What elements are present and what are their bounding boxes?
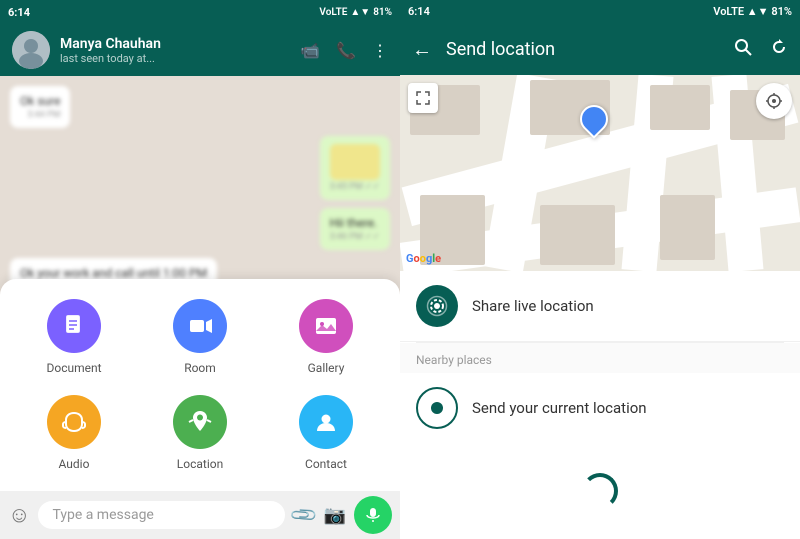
location-label: Location (177, 457, 223, 471)
video-call-icon[interactable]: 📹 (300, 41, 320, 60)
audio-label: Audio (59, 457, 90, 471)
message-bubble: 3:45 PM ✓✓ (320, 136, 390, 200)
map-locate-button[interactable] (756, 83, 792, 119)
attach-gallery[interactable]: Gallery (268, 299, 384, 375)
location-options: Share live location Nearby places Send y… (400, 271, 800, 539)
search-icon[interactable] (734, 38, 752, 61)
google-logo: Google (406, 252, 441, 265)
header-action-icons (734, 38, 788, 61)
live-location-label: Share live location (472, 297, 594, 315)
map-expand-button[interactable] (408, 83, 438, 113)
send-location-title: Send location (446, 39, 720, 60)
contact-icon (299, 395, 353, 449)
camera-icon[interactable]: 📷 (324, 505, 346, 526)
gallery-label: Gallery (308, 361, 345, 375)
attach-contact[interactable]: Contact (268, 395, 384, 471)
share-live-location-row[interactable]: Share live location (400, 271, 800, 342)
message-input[interactable]: Type a message (38, 501, 285, 529)
input-bar: ☺ Type a message 📎 📷 (0, 491, 400, 539)
chat-header: Manya Chauhan last seen today at... 📹 📞 … (0, 24, 400, 76)
send-current-location-row[interactable]: Send your current location (400, 373, 800, 443)
room-icon (173, 299, 227, 353)
left-panel: 6:14 VoLTE ▲▼ 81% Manya Chauhan last see… (0, 0, 400, 539)
location-dot (431, 402, 443, 414)
more-options-icon[interactable]: ⋮ (372, 41, 388, 60)
attach-audio[interactable]: Audio (16, 395, 132, 471)
map-block (650, 85, 710, 130)
message-bubble: Ok sure 3:44 PM (10, 86, 70, 128)
chat-header-info: Manya Chauhan last seen today at... (60, 36, 290, 65)
time-left: 6:14 (8, 6, 30, 19)
right-panel: 6:14 VoLTE ▲▼ 81% ← Send location (400, 0, 800, 539)
avatar (12, 31, 50, 69)
room-label: Room (184, 361, 216, 375)
current-location-icon (416, 387, 458, 429)
voice-call-icon[interactable]: 📞 (336, 41, 356, 60)
attachment-menu: Document Room Gallery Audio (0, 279, 400, 491)
refresh-icon[interactable] (770, 38, 788, 61)
attach-location[interactable]: Location (142, 395, 258, 471)
contact-status: last seen today at... (60, 52, 290, 65)
chat-header-icons: 📹 📞 ⋮ (300, 41, 388, 60)
attach-room[interactable]: Room (142, 299, 258, 375)
location-icon-attach (173, 395, 227, 449)
contact-label: Contact (305, 457, 347, 471)
time-right: 6:14 (408, 5, 430, 18)
status-icons-right: VoLTE ▲▼ 81% (713, 5, 792, 18)
live-location-icon (416, 285, 458, 327)
attachment-icon[interactable]: 📎 (289, 500, 320, 531)
loading-area (400, 443, 800, 539)
mic-button[interactable] (354, 496, 392, 534)
status-bar-left: 6:14 VoLTE ▲▼ 81% (0, 0, 400, 24)
status-icons-left: VoLTE ▲▼ 81% (319, 7, 392, 18)
audio-icon (47, 395, 101, 449)
back-button[interactable]: ← (412, 37, 432, 62)
document-icon (47, 299, 101, 353)
contact-name: Manya Chauhan (60, 36, 290, 52)
document-label: Document (46, 361, 101, 375)
current-location-label: Send your current location (472, 399, 647, 417)
map-block (660, 195, 715, 260)
nearby-places-section-label: Nearby places (400, 343, 800, 373)
attach-document[interactable]: Document (16, 299, 132, 375)
map-block (540, 205, 615, 265)
loading-spinner (582, 473, 618, 509)
send-location-header: ← Send location (400, 24, 800, 75)
map-area[interactable]: Google (400, 75, 800, 271)
gallery-icon (299, 299, 353, 353)
status-bar-right: 6:14 VoLTE ▲▼ 81% (400, 0, 800, 24)
emoji-icon[interactable]: ☺ (8, 502, 30, 528)
message-bubble: Hii there. 3:46 PM ✓✓ (320, 208, 390, 250)
message-placeholder: Type a message (52, 507, 153, 523)
